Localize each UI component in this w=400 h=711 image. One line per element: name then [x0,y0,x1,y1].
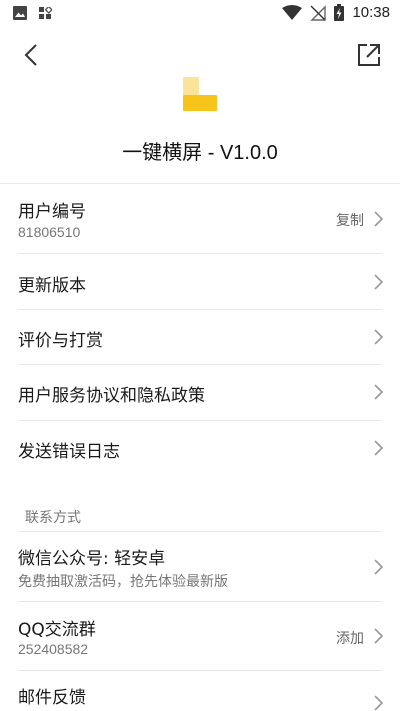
no-sim-icon [310,4,327,21]
chevron-right-icon [374,274,384,290]
chevron-right-icon [374,329,384,345]
app-title: 一键横屏 - V1.0.0 [122,142,278,164]
chevron-right-icon [374,628,384,644]
email-feedback-label: 邮件反馈 [18,688,86,708]
copy-button[interactable]: 复制 [336,210,364,230]
contact-section-title: 联系方式 [25,510,81,526]
user-id-value: 81806510 [18,224,81,240]
chevron-left-icon [24,44,37,66]
qq-group-number: 252408582 [18,641,89,657]
wifi-icon [282,4,303,20]
wechat-row[interactable]: 微信公众号: 轻安卓 免费抽取激活码，抢先体验最新版 [0,532,400,601]
agreement-row[interactable]: 用户服务协议和隐私政策 [0,365,400,420]
chevron-right-icon [374,384,384,400]
battery-charging-icon [334,4,345,21]
back-button[interactable] [16,40,46,70]
image-icon [13,6,27,20]
status-bar: 10:38 [0,0,400,28]
app-grid-icon [39,6,52,19]
rate-row[interactable]: 评价与打赏 [0,310,400,364]
chevron-right-icon [374,211,384,227]
error-log-label: 发送错误日志 [18,442,120,462]
chevron-right-icon [374,695,384,711]
wechat-label: 微信公众号: 轻安卓 [18,549,166,569]
chevron-right-icon [374,559,384,575]
wechat-subtitle: 免费抽取激活码，抢先体验最新版 [18,573,228,589]
chevron-right-icon [374,440,384,456]
status-time: 10:38 [352,4,390,21]
rate-label: 评价与打赏 [18,331,103,351]
app-logo [183,77,217,111]
share-button[interactable] [354,40,384,70]
update-row[interactable]: 更新版本 [0,254,400,309]
error-log-row[interactable]: 发送错误日志 [0,421,400,476]
qq-group-label: QQ交流群 [18,620,96,640]
agreement-label: 用户服务协议和隐私政策 [18,386,205,406]
user-id-label: 用户编号 [18,202,86,222]
open-external-icon [358,44,380,66]
update-label: 更新版本 [18,276,86,296]
email-feedback-row[interactable]: 邮件反馈 [0,671,400,711]
add-button[interactable]: 添加 [336,628,364,648]
user-id-row[interactable]: 用户编号 81806510 复制 [0,184,400,253]
qq-group-row[interactable]: QQ交流群 252408582 添加 [0,602,400,670]
